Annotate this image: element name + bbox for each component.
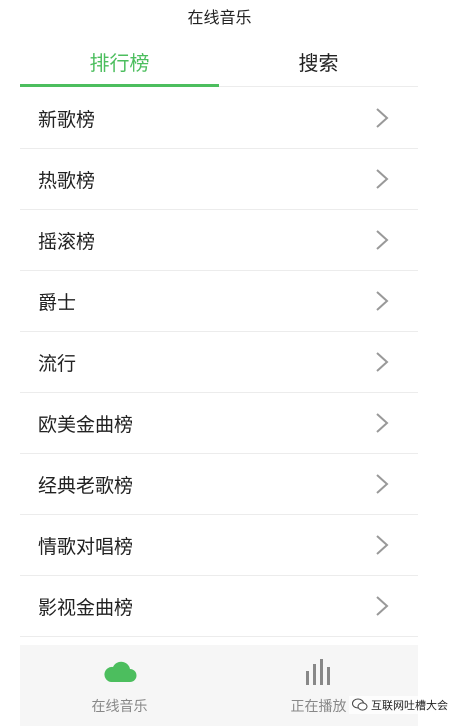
list-item-rock[interactable]: 摇滚榜: [20, 210, 418, 271]
chart-list: 新歌榜 热歌榜 摇滚榜 爵士 流行 欧美金曲榜 经典老歌榜 情歌对唱榜 影视金曲…: [20, 88, 418, 637]
list-item-label: 流行: [38, 352, 77, 375]
watermark: 互联网吐槽大会: [349, 696, 451, 714]
chevron-right-icon: [364, 283, 400, 319]
chevron-right-icon: [364, 466, 400, 502]
watermark-text: 互联网吐槽大会: [371, 699, 448, 712]
list-item-film-tv-hits[interactable]: 影视金曲榜: [20, 576, 418, 637]
list-item-new-songs[interactable]: 新歌榜: [20, 88, 418, 149]
list-item-label: 情歌对唱榜: [38, 535, 134, 558]
chevron-right-icon: [364, 161, 400, 197]
chevron-right-icon: [364, 344, 400, 380]
list-item-love-duets[interactable]: 情歌对唱榜: [20, 515, 418, 576]
list-item-label: 经典老歌榜: [38, 474, 134, 497]
list-item-label: 摇滚榜: [38, 230, 96, 253]
list-item-pop[interactable]: 流行: [20, 332, 418, 393]
list-item-label: 爵士: [38, 291, 77, 314]
music-app-page: 在线音乐 排行榜 搜索 新歌榜 热歌榜 摇滚榜 爵士 流行 欧美金曲榜 经典老歌…: [0, 0, 459, 726]
list-item-classic-oldies[interactable]: 经典老歌榜: [20, 454, 418, 515]
wechat-icon: [352, 698, 368, 711]
list-item-jazz[interactable]: 爵士: [20, 271, 418, 332]
equalizer-icon: [304, 659, 334, 685]
list-item-label: 热歌榜: [38, 169, 96, 192]
list-item-label: 欧美金曲榜: [38, 413, 134, 436]
chevron-right-icon: [364, 588, 400, 624]
tab-rankings[interactable]: 排行榜: [20, 40, 219, 87]
page-title: 在线音乐: [187, 8, 252, 27]
tab-bar: 排行榜 搜索: [20, 40, 418, 87]
nav-label: 正在播放: [290, 699, 347, 715]
nav-label: 在线音乐: [91, 699, 148, 715]
tab-search[interactable]: 搜索: [219, 40, 418, 86]
list-item-label: 新歌榜: [38, 108, 96, 131]
chevron-right-icon: [364, 405, 400, 441]
cloud-icon: [103, 659, 137, 685]
list-item-hot-songs[interactable]: 热歌榜: [20, 149, 418, 210]
list-item-western-hits[interactable]: 欧美金曲榜: [20, 393, 418, 454]
nav-online-music[interactable]: 在线音乐: [20, 645, 219, 726]
chevron-right-icon: [364, 222, 400, 258]
list-item-label: 影视金曲榜: [38, 596, 134, 619]
chevron-right-icon: [364, 527, 400, 563]
chevron-right-icon: [364, 100, 400, 136]
